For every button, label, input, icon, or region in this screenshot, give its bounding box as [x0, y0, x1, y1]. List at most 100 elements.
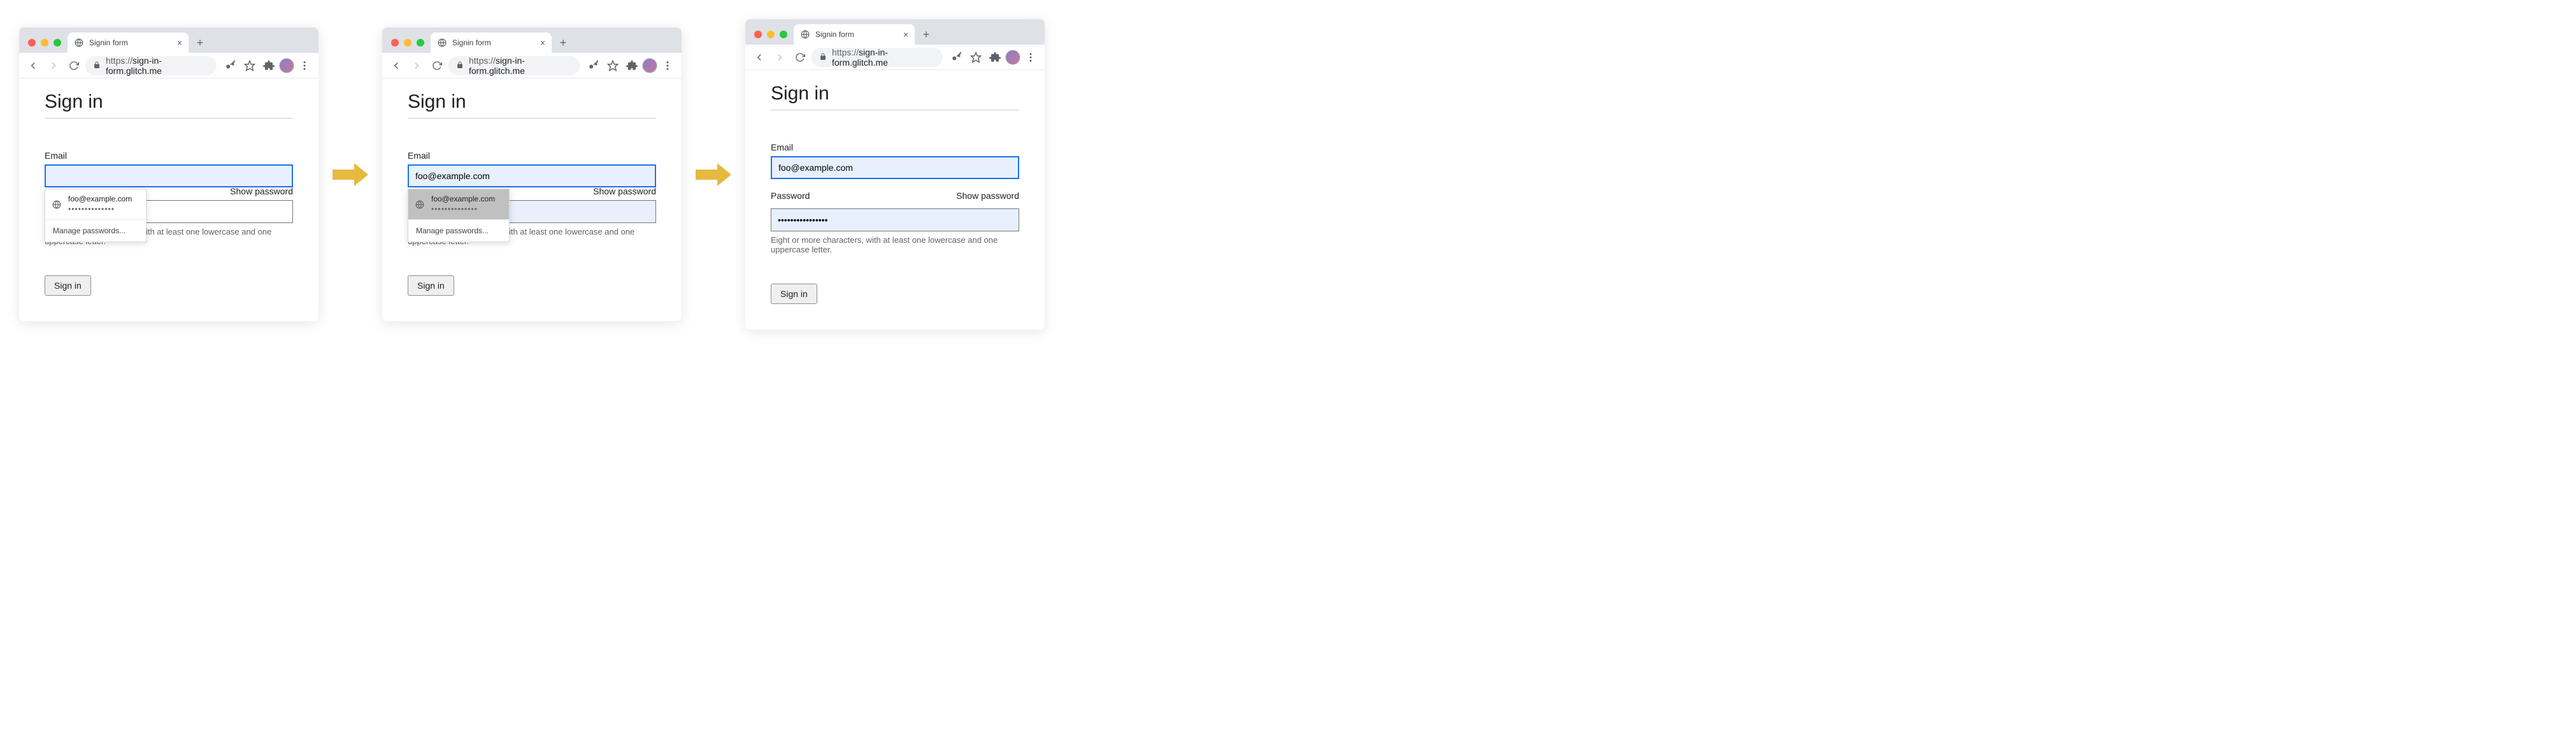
url-text: https://sign-in-form.glitch.me [106, 55, 209, 76]
new-tab-button[interactable]: + [191, 34, 209, 52]
window-close-icon[interactable] [391, 39, 399, 47]
password-label: Password [771, 191, 810, 201]
password-hint: Eight or more characters, with at least … [771, 235, 1019, 254]
submit-button[interactable]: Sign in [408, 275, 454, 296]
back-button[interactable] [24, 57, 42, 75]
submit-button[interactable]: Sign in [45, 275, 91, 296]
menu-icon[interactable] [296, 57, 313, 75]
traffic-lights [752, 31, 794, 45]
address-bar[interactable]: https://sign-in-form.glitch.me [812, 48, 943, 67]
extensions-icon[interactable] [986, 48, 1004, 66]
toolbar: https://sign-in-form.glitch.me [382, 53, 682, 78]
window-minimize-icon[interactable] [404, 39, 411, 47]
tab-title: Signin form [89, 38, 172, 47]
new-tab-button[interactable]: + [554, 34, 572, 52]
submit-button[interactable]: Sign in [771, 284, 817, 304]
reload-button[interactable] [428, 57, 446, 75]
star-icon[interactable] [967, 48, 985, 66]
star-icon[interactable] [241, 57, 259, 75]
arrow-icon [694, 162, 733, 187]
globe-icon [74, 38, 84, 48]
forward-button[interactable] [408, 57, 426, 75]
tab-bar: Signin form × + [19, 27, 318, 53]
globe-icon [800, 29, 810, 40]
key-icon[interactable] [222, 57, 240, 75]
manage-passwords-link[interactable]: Manage passwords... [408, 220, 509, 242]
back-button[interactable] [387, 57, 405, 75]
toolbar: https://sign-in-form.glitch.me [745, 45, 1045, 70]
window-close-icon[interactable] [754, 31, 762, 38]
autofill-password-dots: •••••••••••••• [431, 205, 495, 215]
url-text: https://sign-in-form.glitch.me [469, 55, 572, 76]
tab-close-icon[interactable]: × [903, 29, 908, 40]
window-maximize-icon[interactable] [780, 31, 787, 38]
star-icon[interactable] [604, 57, 622, 75]
manage-passwords-link[interactable]: Manage passwords... [45, 220, 146, 242]
browser-window-2: Signin form × + https://sign-in-form.gli… [382, 27, 682, 321]
tab-close-icon[interactable]: × [540, 38, 545, 48]
window-maximize-icon[interactable] [54, 39, 61, 47]
email-label: Email [45, 150, 293, 161]
avatar[interactable] [1005, 50, 1020, 65]
globe-icon [415, 199, 425, 210]
window-minimize-icon[interactable] [41, 39, 48, 47]
menu-icon[interactable] [659, 57, 676, 75]
show-password-toggle[interactable]: Show password [956, 191, 1019, 201]
new-tab-button[interactable]: + [917, 25, 935, 43]
page-title: Sign in [45, 91, 293, 119]
avatar[interactable] [642, 58, 657, 73]
autofill-suggestion[interactable]: foo@example.com •••••••••••••• [408, 189, 509, 219]
page-title: Sign in [771, 83, 1019, 110]
globe-icon [52, 199, 62, 210]
autofill-popup: foo@example.com •••••••••••••• Manage pa… [45, 189, 147, 242]
avatar[interactable] [279, 58, 294, 73]
page-title: Sign in [408, 91, 656, 119]
email-field[interactable] [771, 156, 1019, 179]
email-field[interactable] [408, 164, 656, 187]
show-password-toggle[interactable]: Show password [230, 186, 293, 196]
toolbar-right [585, 57, 676, 75]
window-close-icon[interactable] [28, 39, 36, 47]
extensions-icon[interactable] [260, 57, 278, 75]
lock-icon [93, 61, 101, 71]
browser-window-1: Signin form × + https://sign-in-form.gli… [19, 27, 318, 321]
address-bar[interactable]: https://sign-in-form.glitch.me [85, 56, 217, 75]
autofill-email: foo@example.com [68, 194, 132, 205]
forward-button[interactable] [45, 57, 62, 75]
extensions-icon[interactable] [623, 57, 641, 75]
forward-button[interactable] [771, 48, 789, 66]
menu-icon[interactable] [1022, 48, 1040, 66]
toolbar-right [948, 48, 1040, 66]
address-bar[interactable]: https://sign-in-form.glitch.me [448, 56, 580, 75]
browser-tab[interactable]: Signin form × [794, 24, 915, 45]
autofill-password-dots: •••••••••••••• [68, 205, 132, 215]
browser-tab[interactable]: Signin form × [431, 33, 552, 53]
autofill-suggestion[interactable]: foo@example.com •••••••••••••• [45, 189, 146, 219]
url-text: https://sign-in-form.glitch.me [832, 47, 935, 68]
browser-tab[interactable]: Signin form × [68, 33, 189, 53]
toolbar-right [222, 57, 313, 75]
key-icon[interactable] [585, 57, 603, 75]
reload-button[interactable] [791, 48, 809, 66]
reload-button[interactable] [65, 57, 83, 75]
email-label: Email [408, 150, 656, 161]
tab-close-icon[interactable]: × [177, 38, 182, 48]
lock-icon [456, 61, 464, 71]
page-content: Sign in Email foo@example.com ••••••••••… [382, 78, 682, 321]
window-maximize-icon[interactable] [417, 39, 424, 47]
key-icon[interactable] [948, 48, 966, 66]
page-content: Sign in Email foo@example.com ••••••••••… [19, 78, 318, 321]
toolbar: https://sign-in-form.glitch.me [19, 53, 318, 78]
traffic-lights [389, 39, 431, 53]
globe-icon [437, 38, 447, 48]
tab-bar: Signin form × + [382, 27, 682, 53]
browser-window-3: Signin form × + https://sign-in-form.gli… [745, 19, 1045, 330]
window-minimize-icon[interactable] [767, 31, 775, 38]
back-button[interactable] [750, 48, 768, 66]
email-field[interactable] [45, 164, 293, 187]
show-password-toggle[interactable]: Show password [593, 186, 656, 196]
arrow-icon [331, 162, 369, 187]
autofill-popup: foo@example.com •••••••••••••• Manage pa… [408, 189, 510, 242]
password-field[interactable] [771, 208, 1019, 231]
tab-title: Signin form [452, 38, 535, 47]
